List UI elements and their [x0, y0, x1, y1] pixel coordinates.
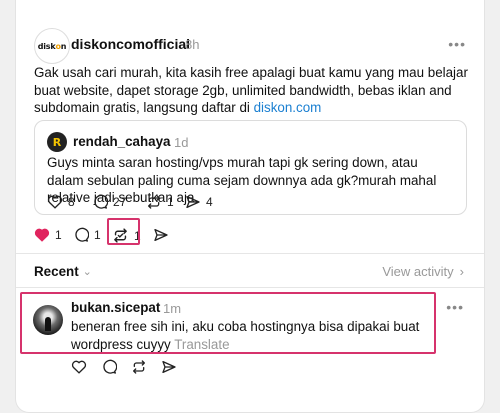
view-activity-label: View activity	[382, 264, 454, 279]
comment-icon	[103, 359, 117, 374]
quoted-username[interactable]: rendah_cahaya	[73, 134, 171, 149]
repost-icon	[148, 195, 160, 209]
repost-icon	[133, 360, 145, 374]
quoted-share-button[interactable]: 4	[185, 194, 213, 210]
quoted-repost-button[interactable]: 1	[146, 194, 174, 210]
view-activity-link[interactable]: View activity ›	[382, 264, 464, 279]
comment-highlight-box	[20, 292, 436, 354]
quoted-reply-button[interactable]: 27	[92, 194, 126, 210]
post-more-button[interactable]: •••	[448, 36, 466, 52]
quoted-avatar[interactable]: R	[47, 132, 67, 152]
reply-button[interactable]: 1	[73, 227, 101, 243]
quoted-like-count: 8	[68, 194, 75, 209]
post-username[interactable]: diskoncomofficial	[71, 36, 190, 52]
post-body: Gak usah cari murah, kita kasih free apa…	[34, 64, 474, 117]
diskon-logo: diskon	[37, 41, 67, 51]
share-button[interactable]	[153, 227, 169, 243]
comment-more-button[interactable]: •••	[446, 299, 464, 315]
chevron-right-icon: ›	[459, 264, 464, 279]
send-icon	[154, 229, 168, 241]
comment-repost-button[interactable]	[131, 359, 147, 375]
send-icon	[162, 361, 176, 373]
heart-icon	[71, 360, 87, 374]
chevron-down-icon: ⌄	[82, 266, 92, 278]
quoted-share-count: 4	[206, 195, 213, 209]
quoted-repost-count: 1	[167, 195, 174, 209]
comment-like-button[interactable]	[71, 359, 87, 374]
heart-icon	[47, 195, 63, 209]
author-avatar[interactable]: diskon	[34, 28, 70, 64]
post-time: 8h	[185, 37, 200, 52]
sort-dropdown[interactable]: Recent ⌄	[34, 264, 92, 279]
comment-icon	[75, 227, 89, 242]
section-divider	[16, 287, 484, 288]
post-text: Gak usah cari murah, kita kasih free apa…	[34, 65, 468, 115]
like-button[interactable]: 1	[34, 227, 62, 242]
like-count: 1	[55, 227, 62, 242]
comment-reply-button[interactable]	[101, 359, 117, 375]
quoted-reply-count: 27	[113, 195, 127, 209]
comment-icon	[94, 194, 108, 209]
send-icon	[186, 196, 200, 208]
section-divider	[16, 253, 484, 254]
reply-count: 1	[94, 228, 101, 242]
quoted-time: 1d	[174, 135, 189, 150]
thread-card: diskon diskoncomofficial 8h ••• Gak usah…	[15, 0, 485, 413]
sort-label: Recent	[34, 264, 79, 279]
comment-share-button[interactable]	[161, 359, 177, 375]
repost-highlight-box	[107, 218, 140, 245]
quoted-post[interactable]: R rendah_cahaya 1d Guys minta saran host…	[34, 120, 467, 215]
post-link[interactable]: diskon.com	[254, 100, 322, 115]
heart-filled-icon	[34, 228, 50, 242]
quoted-like-button[interactable]: 8	[47, 194, 75, 209]
